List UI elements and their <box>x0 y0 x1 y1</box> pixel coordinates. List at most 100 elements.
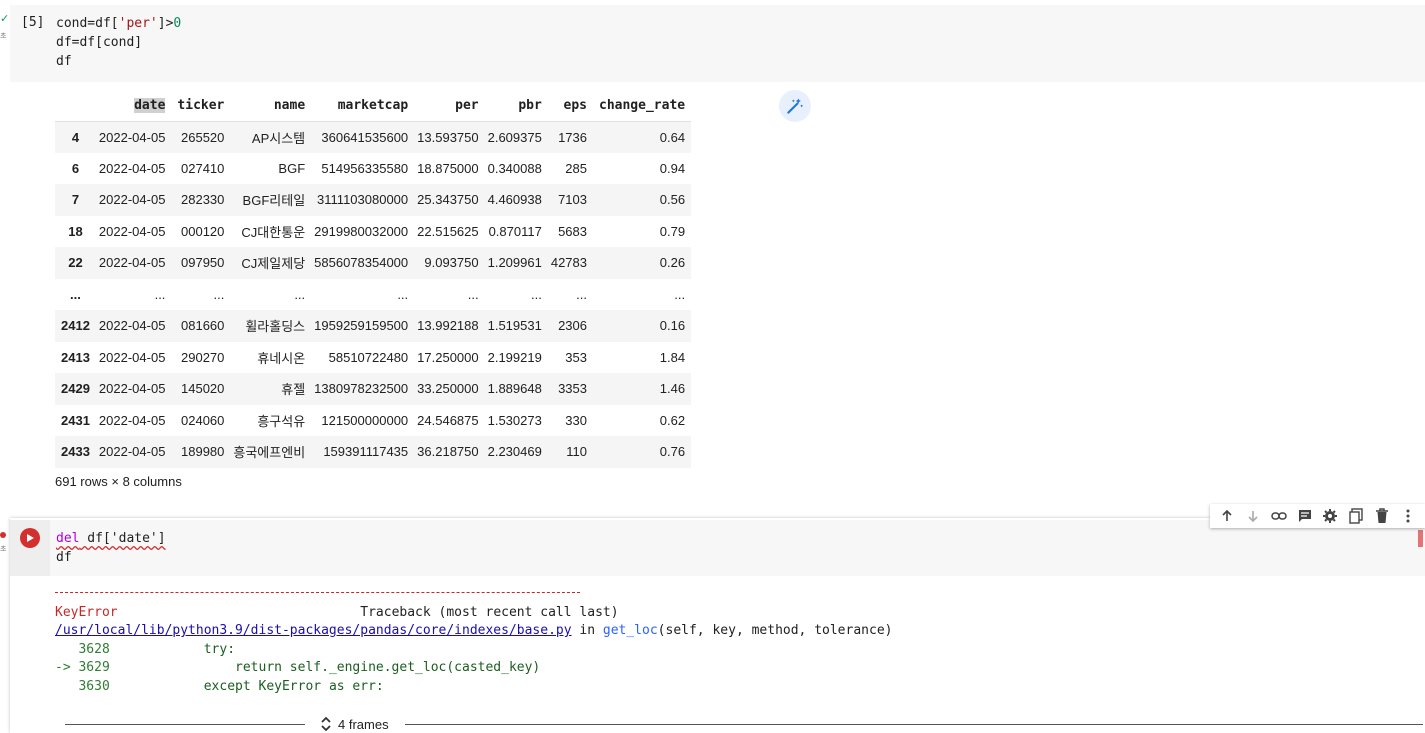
table-cell: ... <box>397 286 409 302</box>
table-cell: 0.62 <box>659 412 686 428</box>
column-header-label: ticker <box>177 97 225 113</box>
traceback-header: Traceback (most recent call last) <box>360 604 619 620</box>
play-icon <box>27 534 34 542</box>
table-cell: CJ대한통운 <box>241 224 306 240</box>
table-cell: 7103 <box>558 192 587 208</box>
column-header: per <box>414 90 484 121</box>
table-cell: ... <box>576 286 587 302</box>
line-number: 3628 <box>55 641 110 657</box>
table-cell: 110 <box>566 444 587 460</box>
code-token: 0 <box>173 16 182 31</box>
table-cell: 5856078354000 <box>314 255 409 271</box>
table-cell: AP시스템 <box>251 130 306 146</box>
table-cell: 2022-04-05 <box>98 318 166 334</box>
table-cell: 0.870117 <box>488 223 542 239</box>
function-args: (self, key, method, tolerance) <box>657 623 893 638</box>
comment-icon[interactable] <box>1295 506 1315 526</box>
expand-frames-button[interactable]: 4 frames <box>320 716 389 732</box>
table-cell: 189980 <box>181 444 225 460</box>
more-icon[interactable] <box>1398 506 1418 526</box>
link-icon[interactable] <box>1269 506 1289 526</box>
column-header-label: change_rate <box>599 97 686 113</box>
table-cell: 24.546875 <box>417 412 479 428</box>
row-index: 2413 <box>61 349 90 365</box>
execution-count: [5] <box>21 15 45 30</box>
traceback-line: 3630 except KeyError as err: <box>55 678 892 697</box>
error-indicator-icon <box>0 532 6 538</box>
table-cell: 0.26 <box>659 255 686 271</box>
code-token: df <box>56 54 72 69</box>
code-editor-1[interactable]: cond=df['per']>0 df=df[cond] df <box>56 14 181 71</box>
dataframe-shape: 691 rows × 8 columns <box>55 474 182 489</box>
frames-count: 4 frames <box>338 716 389 732</box>
column-header: name <box>230 90 311 121</box>
code-token: 'per' <box>118 16 158 31</box>
code-text: df <box>56 550 72 565</box>
trash-icon[interactable] <box>1372 506 1392 526</box>
code-editor-2[interactable]: del df['date'] df <box>56 529 166 567</box>
table-cell: 휴젤 <box>281 382 306 398</box>
table-row: 7 2022-04-05 282330 BGF리테일 3111103080000 25.3… <box>55 184 692 216</box>
code-cell-1[interactable] <box>10 5 1425 82</box>
table-cell: 027410 <box>181 160 225 176</box>
row-index: 6 <box>71 160 80 176</box>
scrollbar-error-marker <box>1418 530 1423 547</box>
traceback-code: except KeyError as err: <box>109 678 384 694</box>
table-cell: 0.64 <box>659 129 686 145</box>
table-cell: 2306 <box>558 318 587 334</box>
code-keyword: del <box>56 531 80 546</box>
row-index: 18 <box>68 223 83 239</box>
table-cell: 0.76 <box>659 444 686 460</box>
code-token: ]> <box>157 16 174 31</box>
traceback-code: return self._engine.get_loc(casted_key) <box>109 660 541 675</box>
file-link[interactable]: /usr/local/lib/python3.9/dist-packages/p… <box>55 623 572 638</box>
magic-wand-button[interactable] <box>779 90 811 122</box>
table-row: 2431 2022-04-05 024060 흥구석유 121500000000 24.5… <box>55 405 691 437</box>
run-cell-button[interactable] <box>20 528 40 548</box>
traceback-text: in <box>571 623 603 638</box>
table-cell: 2022-04-05 <box>98 192 166 208</box>
frames-divider <box>65 724 305 725</box>
table-row: 2429 2022-04-05 145020 휴젤 1380978232500 33.25… <box>55 373 692 405</box>
table-cell: 0.340088 <box>487 160 542 176</box>
row-index: 2433 <box>61 444 90 460</box>
table-cell: 121500000000 <box>321 412 409 428</box>
settings-icon[interactable] <box>1320 506 1340 526</box>
table-cell: 0.56 <box>659 192 686 208</box>
column-header-label: eps <box>563 97 587 113</box>
table-row: 6 2022-04-05 027410 BGF 514956335580 18.87500… <box>55 153 691 185</box>
column-header-label: per <box>455 97 479 113</box>
traceback-output: KeyError Traceback (most recent call las… <box>55 585 892 696</box>
table-cell: 1.209961 <box>487 255 542 271</box>
table-cell: 2022-04-05 <box>98 444 166 460</box>
table-cell: 2022-04-05 <box>98 223 166 239</box>
table-cell: 17.250000 <box>417 349 479 365</box>
table-row: 4 2022-04-05 265520 AP시스템 360641535600 13.593… <box>55 121 692 153</box>
column-header: marketcap <box>311 90 414 121</box>
code-input-area[interactable] <box>50 520 1425 576</box>
table-cell: 2022-04-05 <box>98 349 166 365</box>
column-header: pbr <box>485 90 548 121</box>
row-index: ... <box>70 286 81 302</box>
mirror-cell-icon[interactable] <box>1346 506 1366 526</box>
arrow-up-icon[interactable] <box>1217 506 1237 526</box>
table-cell: 4.460938 <box>487 192 542 208</box>
arrow-down-icon[interactable] <box>1243 506 1263 526</box>
table-row: 2412 2022-04-05 081660 휠라홀딩스 1959259159500 13… <box>55 310 692 342</box>
table-cell: 2022-04-05 <box>98 255 166 271</box>
table-cell: 흥구석유 <box>257 413 306 429</box>
table-cell: 097950 <box>181 255 225 271</box>
table-cell: 흥국에프엔비 <box>233 445 306 461</box>
table-cell: BGF리테일 <box>242 193 306 209</box>
column-header: eps <box>548 90 593 121</box>
row-index: 4 <box>71 129 80 145</box>
code-line: df <box>56 52 181 71</box>
table-cell: 360641535600 <box>321 129 409 145</box>
table-cell: ... <box>467 286 479 302</box>
table-cell: 5683 <box>558 223 587 239</box>
table-cell: 0.16 <box>659 318 686 334</box>
table-cell: 3111103080000 <box>317 192 409 208</box>
table-cell: 33.250000 <box>417 381 479 397</box>
table-cell: 282330 <box>181 192 225 208</box>
table-cell: 145020 <box>181 381 225 397</box>
